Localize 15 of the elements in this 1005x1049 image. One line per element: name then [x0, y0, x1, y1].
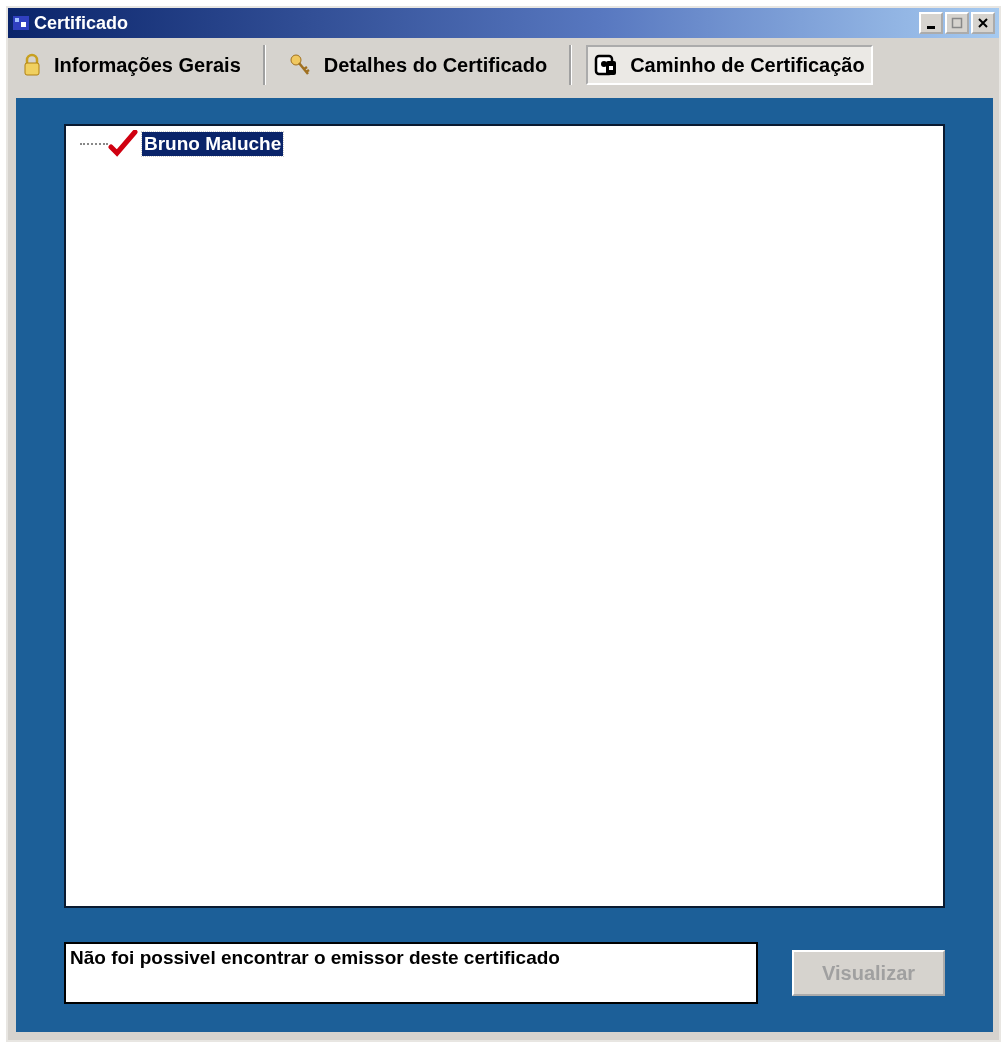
close-icon	[977, 17, 989, 29]
close-button[interactable]	[971, 12, 995, 34]
minimize-button[interactable]	[919, 12, 943, 34]
padlock-icon	[22, 53, 42, 77]
tab[interactable]: Caminho de Certificação	[586, 45, 873, 85]
tab[interactable]: Informações Gerais	[14, 45, 249, 85]
window-title: Certificado	[34, 12, 130, 34]
key-icon	[287, 53, 312, 77]
tab[interactable]: Detalhes do Certificado	[279, 45, 556, 85]
maximize-icon	[951, 17, 963, 29]
status-field[interactable]: Não foi possivel encontrar o emissor deste certificado	[64, 942, 759, 1004]
tree-item[interactable]: Bruno Maluche	[142, 132, 284, 156]
app-icon	[12, 14, 30, 32]
certificate-icon	[594, 53, 619, 77]
minimize-icon	[927, 25, 935, 29]
